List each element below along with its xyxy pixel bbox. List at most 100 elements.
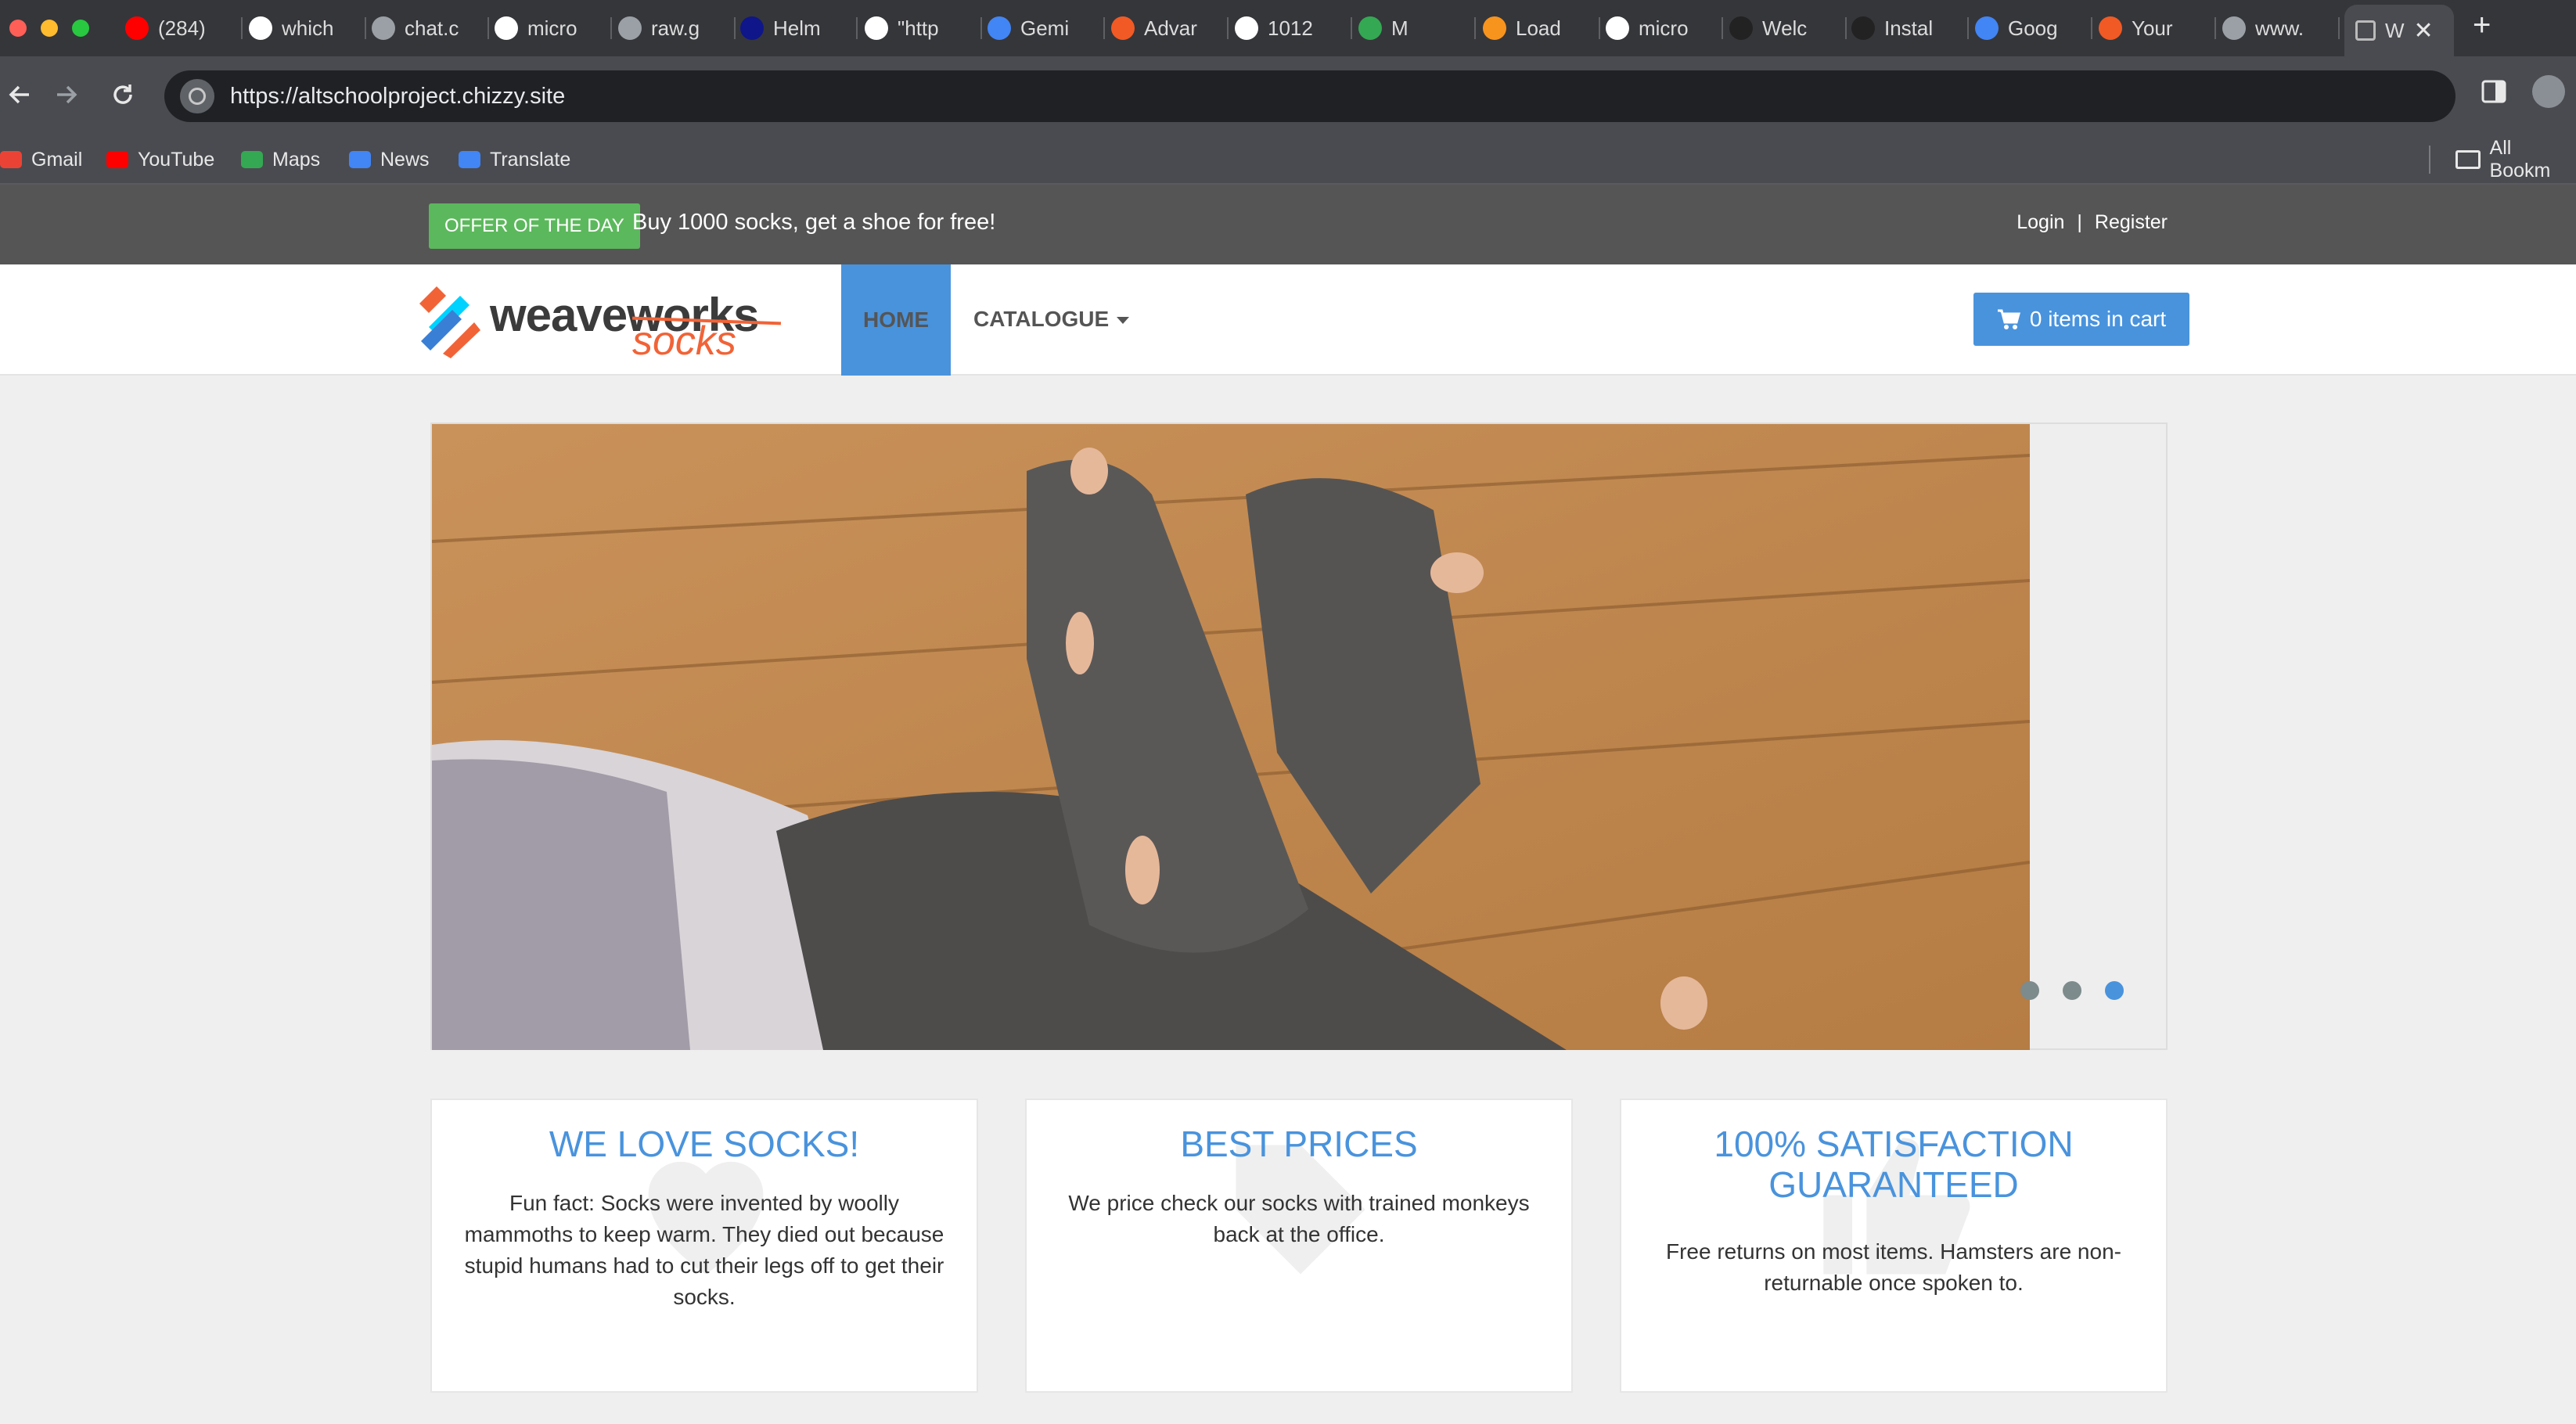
google-icon: [865, 16, 888, 40]
feature-text: We price check our socks with trained mo…: [1068, 1191, 1530, 1246]
nav-home-label: HOME: [863, 307, 929, 332]
tab-separator: [1599, 17, 1600, 39]
tab-active[interactable]: W ✕: [2344, 5, 2454, 56]
bookmarks-divider: [2429, 146, 2430, 174]
forward-button[interactable]: [47, 75, 86, 114]
tab-label: raw.g: [651, 16, 700, 40]
offer-bar: OFFER OF THE DAY Buy 1000 socks, get a s…: [0, 185, 2576, 264]
minimize-window-button[interactable]: [41, 20, 58, 37]
tab-label: M: [1391, 16, 1409, 40]
address-bar[interactable]: https://altschoolproject.chizzy.site: [164, 70, 2455, 122]
bookmark-youtube[interactable]: YouTube: [106, 146, 214, 174]
bookmark-news[interactable]: News: [349, 146, 430, 174]
tab-separator: [1227, 17, 1229, 39]
carousel-dot-3[interactable]: [2105, 981, 2124, 1000]
url-text: https://altschoolproject.chizzy.site: [230, 83, 566, 109]
globe-icon: [618, 16, 642, 40]
tab-separator: [980, 17, 982, 39]
browser-tab-bar: (284) which chat.c micro raw.g Helm "http Gemi A…: [0, 0, 2576, 56]
browser-tab[interactable]: Gemi: [988, 11, 1105, 45]
tab-label: chat.c: [405, 16, 459, 40]
nav-home[interactable]: HOME: [841, 264, 951, 376]
tab-separator: [2214, 17, 2216, 39]
tab-separator: [1722, 17, 1723, 39]
hero-carousel[interactable]: [430, 423, 2168, 1050]
browser-tab[interactable]: Instal: [1851, 11, 1969, 45]
helm-icon: [740, 16, 764, 40]
close-tab-icon[interactable]: ✕: [2414, 17, 2434, 45]
weaveworks-logo[interactable]: weaveworks socks: [405, 280, 782, 364]
gmail-icon: [0, 151, 22, 168]
browser-tab[interactable]: micro: [1606, 11, 1723, 45]
carousel-indicators: [2020, 981, 2124, 1000]
feature-box-love-socks: WE LOVE SOCKS! Fun fact: Socks were inve…: [430, 1099, 978, 1393]
app-icon: [1729, 16, 1753, 40]
tab-label: Helm: [773, 16, 821, 40]
browser-tab[interactable]: chat.c: [372, 11, 489, 45]
feature-text: Fun fact: Socks were invented by woolly …: [464, 1191, 944, 1309]
bookmark-gmail[interactable]: Gmail: [0, 146, 82, 174]
bookmark-label: News: [380, 148, 430, 171]
browser-tab[interactable]: M: [1358, 11, 1476, 45]
profile-avatar[interactable]: [2532, 75, 2565, 108]
browser-tab[interactable]: Advar: [1111, 11, 1229, 45]
bookmark-maps[interactable]: Maps: [241, 146, 320, 174]
tab-label: Goog: [2008, 16, 2058, 40]
browser-tab[interactable]: www.: [2222, 11, 2340, 45]
globe-icon: [2222, 16, 2246, 40]
new-tab-button[interactable]: +: [2473, 8, 2491, 43]
browser-tab[interactable]: (284): [125, 11, 243, 45]
nav-catalogue-label: CATALOGUE: [973, 307, 1110, 331]
back-button[interactable]: [0, 75, 39, 114]
register-link[interactable]: Register: [2095, 211, 2168, 234]
maps-icon: [241, 151, 263, 168]
browser-tab[interactable]: Your: [2099, 11, 2216, 45]
browser-tab[interactable]: which: [249, 11, 366, 45]
gemini-icon: [988, 16, 1011, 40]
site-info-icon[interactable]: [180, 79, 214, 113]
browser-tab[interactable]: Load: [1483, 11, 1600, 45]
nav-catalogue[interactable]: CATALOGUE: [973, 307, 1130, 332]
google-icon: [249, 16, 272, 40]
browser-tab[interactable]: 1012: [1235, 11, 1352, 45]
tab-separator: [856, 17, 858, 39]
carousel-dot-1[interactable]: [2020, 981, 2039, 1000]
tab-separator: [2091, 17, 2092, 39]
browser-tab[interactable]: Goog: [1975, 11, 2092, 45]
tab-label: Your: [2132, 16, 2173, 40]
gcloud-icon: [1975, 16, 1999, 40]
tab-label: Load: [1516, 16, 1561, 40]
zoom-window-button[interactable]: [72, 20, 89, 37]
tab-label: W: [2385, 18, 2405, 42]
browser-tab[interactable]: raw.g: [618, 11, 736, 45]
tab-separator: [241, 17, 243, 39]
browser-tab[interactable]: Welc: [1729, 11, 1847, 45]
weaveworks-icon: [2355, 20, 2376, 41]
feature-box-best-prices: BEST PRICES We price check our socks wit…: [1025, 1099, 1573, 1393]
app-icon: [1851, 16, 1875, 40]
close-window-button[interactable]: [9, 20, 27, 37]
browser-tab[interactable]: Helm: [740, 11, 858, 45]
feature-boxes: WE LOVE SOCKS! Fun fact: Socks were inve…: [430, 1099, 2168, 1393]
tab-label: www.: [2255, 16, 2304, 40]
reload-button[interactable]: [103, 75, 142, 114]
feature-title: WE LOVE SOCKS!: [549, 1124, 860, 1164]
cart-button[interactable]: 0 items in cart: [1973, 293, 2189, 346]
bookmark-label: Maps: [272, 148, 321, 171]
feature-box-satisfaction: 100% SATISFACTION GUARANTEED Free return…: [1620, 1099, 2168, 1393]
link-separator: |: [2077, 211, 2082, 233]
cart-icon: [1997, 309, 2020, 329]
carousel-dot-2[interactable]: [2063, 981, 2081, 1000]
all-bookmarks-button[interactable]: All Bookm: [2455, 137, 2576, 182]
browser-tab[interactable]: "http: [865, 11, 982, 45]
site-navbar: weaveworks socks HOME CATALOGUE 0 items …: [0, 264, 2576, 376]
login-link[interactable]: Login: [2017, 211, 2064, 234]
news-icon: [349, 151, 371, 168]
bookmark-translate[interactable]: Translate: [459, 146, 570, 174]
offer-badge[interactable]: OFFER OF THE DAY: [429, 203, 640, 249]
browser-tab[interactable]: micro: [495, 11, 612, 45]
side-panel-icon[interactable]: [2481, 78, 2507, 112]
tab-label: 1012: [1268, 16, 1313, 40]
tab-separator: [1474, 17, 1476, 39]
tab-label: micro: [1639, 16, 1689, 40]
